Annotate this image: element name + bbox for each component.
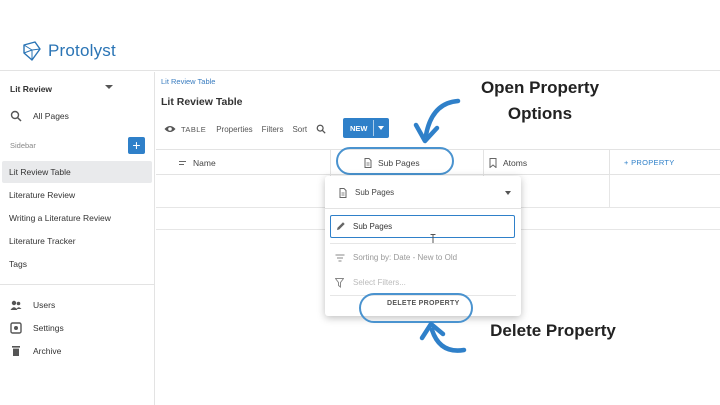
page-title: Lit Review Table [161, 96, 243, 108]
property-name-field[interactable] [330, 215, 515, 238]
view-type-label[interactable]: TABLE [181, 125, 206, 134]
properties-button[interactable]: Properties [216, 125, 252, 134]
property-name-input[interactable] [353, 220, 503, 233]
chevron-down-icon[interactable] [505, 191, 511, 195]
protolyst-logo-icon [23, 41, 41, 61]
sidebar-item-literature-review[interactable]: Literature Review [2, 184, 152, 206]
all-pages-link[interactable]: All Pages [0, 106, 155, 126]
sidebar-item-settings[interactable]: Settings [0, 318, 155, 338]
search-icon [10, 110, 22, 122]
property-type-select[interactable]: Sub Pages [325, 176, 521, 209]
sidebar-item-users[interactable]: Users [0, 295, 155, 315]
filters-placeholder: Select Filters... [353, 278, 406, 287]
users-label: Users [33, 300, 56, 310]
cell-divider [609, 175, 610, 207]
property-type-label: Sub Pages [355, 188, 395, 197]
pencil-icon [337, 222, 345, 230]
top-bar: Protolyst [0, 0, 720, 71]
add-page-button[interactable]: + [128, 137, 145, 154]
all-pages-label: All Pages [33, 111, 69, 121]
page-icon [339, 188, 347, 198]
column-divider [330, 150, 331, 176]
arrow-open-options-icon [413, 98, 461, 144]
sort-button[interactable]: Sort [292, 125, 307, 134]
column-name-header[interactable]: Name [178, 158, 216, 168]
menu-divider [330, 243, 516, 244]
sidebar-section-label: Sidebar [10, 141, 36, 150]
sidebar-item-literature-tracker[interactable]: Literature Tracker [2, 230, 152, 252]
users-icon [10, 300, 22, 310]
annotation-open-options-line2: Options [507, 104, 573, 123]
button-divider [373, 120, 374, 136]
column-divider [483, 150, 484, 176]
sorting-option[interactable]: Sorting by: Date - New to Old [325, 250, 521, 266]
workspace-select[interactable]: Lit Review [10, 84, 110, 94]
annotation-delete-property: Delete Property [490, 321, 616, 340]
sidebar-item-archive[interactable]: Archive [0, 341, 155, 361]
add-property-button[interactable]: + PROPERTY [624, 158, 675, 167]
sidebar-item-writing-literature-review[interactable]: Writing a Literature Review [2, 207, 152, 229]
new-button-label: NEW [350, 124, 368, 133]
view-toolbar: TABLE Properties Filters Sort [164, 122, 326, 136]
app-name: Protolyst [48, 41, 116, 60]
settings-label: Settings [33, 323, 64, 333]
filters-button[interactable]: Filters [262, 125, 284, 134]
column-atoms-header[interactable]: Atoms [489, 158, 527, 168]
settings-icon [10, 322, 22, 334]
text-lines-icon [179, 161, 186, 165]
archive-label: Archive [33, 346, 62, 356]
eye-icon[interactable] [164, 124, 176, 134]
search-icon[interactable] [316, 124, 326, 134]
annotation-open-options-line1: Open Property [480, 78, 600, 97]
bookmark-icon [489, 158, 497, 168]
annotation-open-options: Open Property Options [440, 75, 640, 127]
filter-icon [335, 278, 344, 288]
app-logo[interactable]: Protolyst [20, 40, 116, 62]
column-divider [609, 150, 610, 176]
sidebar: Lit Review All Pages Sidebar + Lit Revie… [0, 72, 155, 405]
column-atoms-label: Atoms [503, 158, 528, 168]
column-name-label: Name [193, 158, 216, 168]
arrow-delete-property-icon [419, 321, 467, 353]
chevron-down-icon[interactable] [378, 126, 384, 130]
sort-icon [335, 254, 345, 262]
sub-pages-highlight [336, 147, 454, 175]
new-button[interactable]: NEW [343, 118, 389, 138]
sidebar-divider [0, 284, 154, 285]
sidebar-item-lit-review-table[interactable]: Lit Review Table [2, 161, 152, 183]
sorting-label: Sorting by: Date - New to Old [353, 253, 458, 262]
filters-option[interactable]: Select Filters... [325, 275, 521, 291]
chevron-down-icon[interactable] [105, 85, 113, 89]
sidebar-item-tags[interactable]: Tags [2, 253, 152, 275]
breadcrumb[interactable]: Lit Review Table [161, 77, 215, 86]
archive-icon [12, 346, 20, 356]
